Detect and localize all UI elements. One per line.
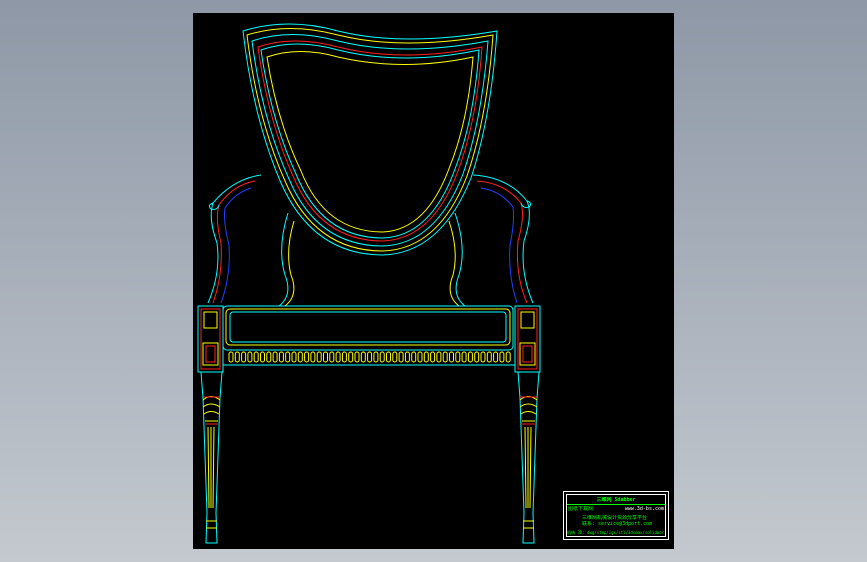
flute bbox=[398, 351, 404, 363]
flute bbox=[323, 351, 328, 363]
flute bbox=[442, 351, 448, 363]
flute bbox=[499, 351, 505, 363]
right-arm-cyan bbox=[472, 174, 534, 304]
flute bbox=[253, 351, 259, 363]
title-block-divider bbox=[567, 504, 665, 505]
flute bbox=[260, 351, 265, 363]
flute bbox=[291, 351, 297, 363]
flute bbox=[430, 351, 436, 363]
flute bbox=[392, 351, 398, 363]
title-block-url-label: 图纸下载网 bbox=[568, 506, 594, 512]
flute bbox=[341, 351, 347, 363]
right-arm-scroll bbox=[520, 200, 532, 208]
flute bbox=[354, 351, 360, 363]
flute bbox=[247, 351, 253, 363]
drawing-title-block: 三维网 Sdabber 图纸下载网 www.3d-bs.com 三维网机械设计资… bbox=[563, 491, 669, 540]
flute bbox=[241, 351, 247, 363]
seat-rail-outer bbox=[222, 305, 514, 351]
flute bbox=[360, 351, 366, 363]
flute bbox=[436, 351, 442, 363]
flute bbox=[285, 351, 291, 363]
flute bbox=[335, 351, 341, 363]
flute bbox=[228, 351, 234, 363]
flute bbox=[486, 351, 492, 363]
flute bbox=[316, 351, 322, 363]
chair-front-elevation bbox=[197, 23, 541, 544]
left-leg-flutes bbox=[207, 426, 215, 509]
back-outline-red bbox=[257, 40, 483, 242]
flute bbox=[297, 351, 303, 363]
flute bbox=[423, 351, 429, 363]
left-leg-panel-top bbox=[203, 311, 218, 329]
title-block-line-b: 联系: service@3dport.com bbox=[582, 521, 653, 527]
flute bbox=[449, 351, 454, 363]
cad-drawing-canvas: 三维网 Sdabber 图纸下载网 www.3d-bs.com 三维网机械设计资… bbox=[193, 13, 674, 549]
flute bbox=[329, 351, 335, 363]
right-arm-red bbox=[476, 180, 528, 304]
back-outline-cyan-3 bbox=[260, 43, 480, 239]
flute bbox=[367, 351, 373, 363]
right-leg-red-band bbox=[520, 396, 537, 425]
flute bbox=[304, 351, 310, 363]
flute bbox=[234, 351, 240, 363]
right-leg-flutes bbox=[524, 426, 532, 509]
back-post-right-cyan bbox=[454, 212, 466, 307]
seat-rail-inner bbox=[229, 311, 507, 343]
right-leg-panel-red bbox=[522, 345, 533, 363]
flute bbox=[266, 351, 272, 363]
title-block-brand: 三维网 Sdabber bbox=[596, 497, 636, 503]
back-post-left-cyan bbox=[278, 212, 289, 307]
seat-rail-yellow bbox=[225, 308, 511, 346]
flute bbox=[348, 351, 354, 363]
left-leg-carving bbox=[202, 396, 221, 422]
flute bbox=[461, 351, 467, 363]
flute bbox=[404, 351, 410, 363]
back-post-left-yellow bbox=[284, 220, 295, 307]
flute bbox=[278, 351, 284, 363]
left-leg-foot bbox=[206, 520, 217, 529]
title-block-url: www.3d-bs.com bbox=[624, 506, 664, 512]
flute bbox=[480, 351, 486, 363]
flute bbox=[455, 351, 461, 363]
flute bbox=[310, 351, 316, 363]
left-leg-red-band bbox=[203, 396, 220, 425]
flute bbox=[467, 351, 473, 363]
right-leg-foot bbox=[523, 520, 534, 529]
flute bbox=[411, 351, 417, 363]
left-arm-blue bbox=[220, 187, 252, 304]
flute bbox=[272, 351, 278, 363]
flute bbox=[474, 351, 480, 363]
flute bbox=[505, 351, 511, 363]
left-arm-cyan bbox=[207, 174, 262, 304]
title-block-line-c: 机械 3D: dwg/step/igs/stl/3dsmax/solidwork… bbox=[567, 530, 664, 535]
left-arm-red bbox=[212, 180, 256, 304]
flute bbox=[417, 351, 423, 363]
right-leg-carving bbox=[519, 396, 538, 422]
flute bbox=[373, 351, 379, 363]
right-arm-blue bbox=[480, 187, 518, 304]
title-block-url-row: 图纸下载网 www.3d-bs.com bbox=[568, 506, 664, 512]
seat-fluting bbox=[228, 351, 511, 363]
flute bbox=[386, 351, 391, 363]
back-post-right-yellow bbox=[448, 220, 460, 307]
flute bbox=[379, 351, 385, 363]
left-leg-panel-red bbox=[205, 345, 216, 363]
flute bbox=[493, 351, 499, 363]
right-leg-panel-top bbox=[520, 311, 535, 329]
left-arm-scroll bbox=[208, 202, 220, 210]
